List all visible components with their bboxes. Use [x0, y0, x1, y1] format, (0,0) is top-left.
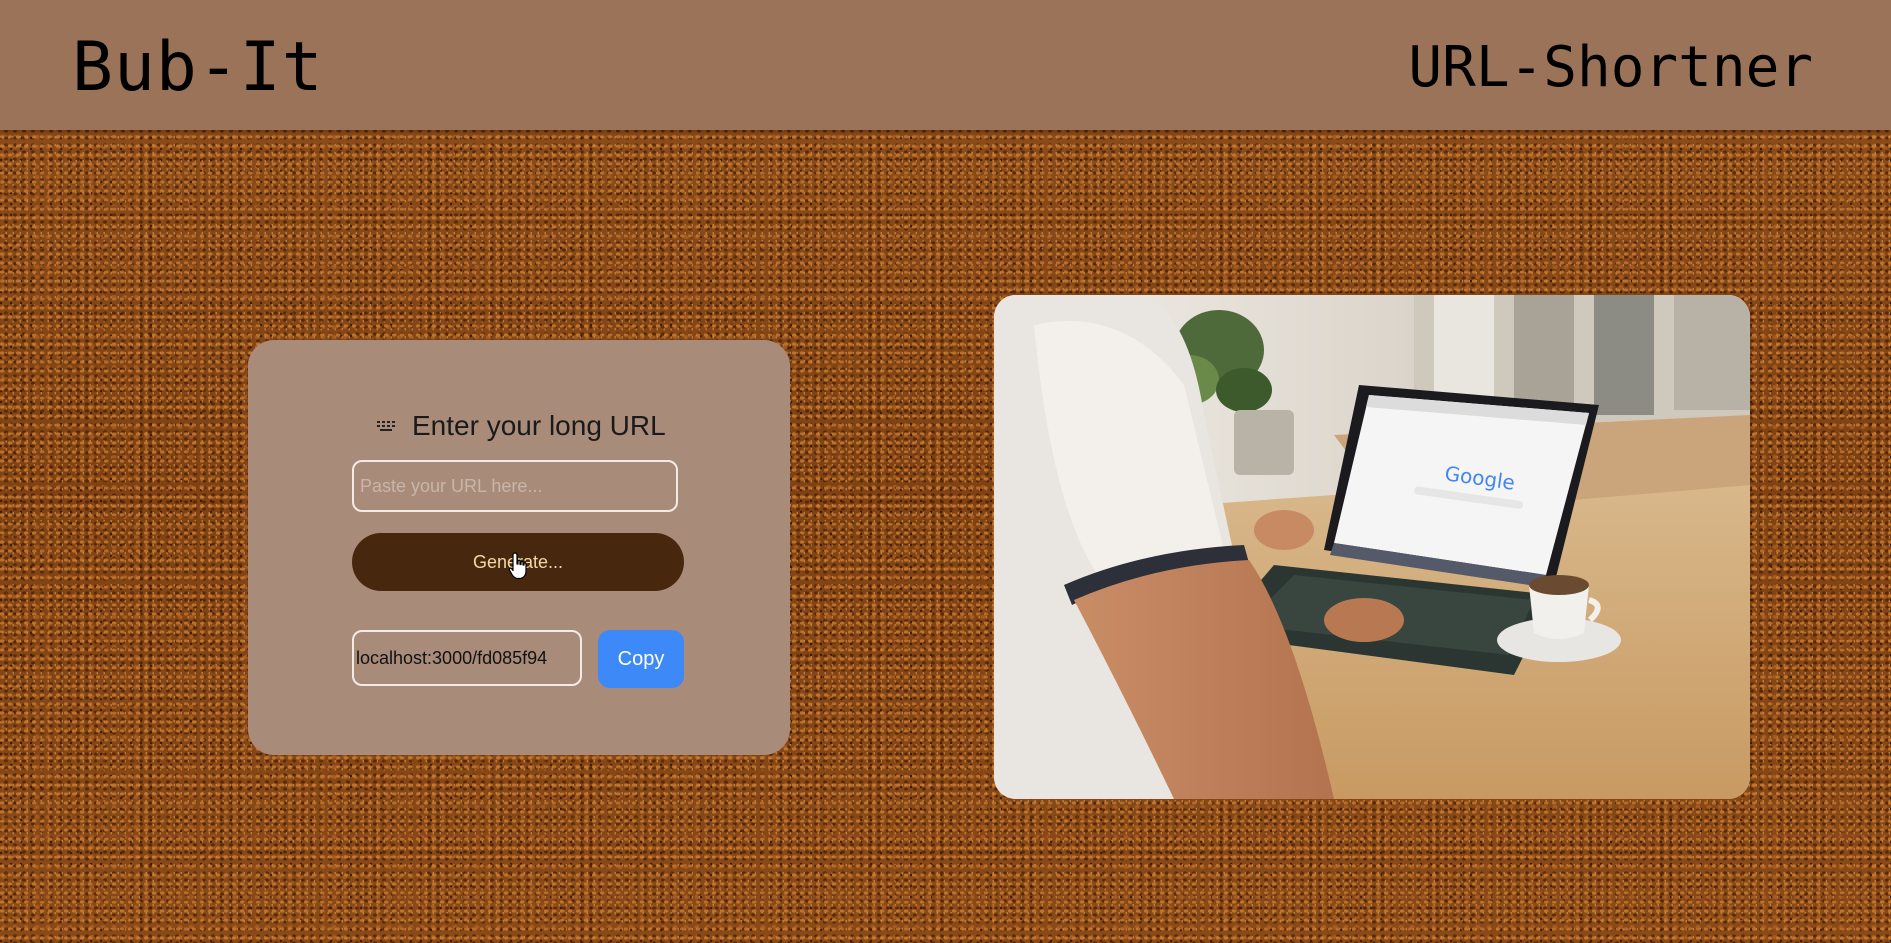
- long-url-input[interactable]: [352, 460, 678, 512]
- copy-button[interactable]: Copy: [598, 630, 684, 688]
- url-shortener-card: Enter your long URL Generate... localhos…: [248, 340, 790, 755]
- form-heading-text: Enter your long URL: [412, 410, 666, 441]
- keyboard-icon: [376, 419, 396, 433]
- hero-image: Google: [994, 295, 1750, 799]
- top-bar: Bub-It URL-Shortner: [0, 0, 1891, 130]
- form-heading: Enter your long URL: [376, 410, 666, 442]
- brand-logo[interactable]: Bub-It: [72, 28, 324, 108]
- short-url-field[interactable]: localhost:3000/fd085f94: [352, 630, 582, 686]
- hand-pointer-cursor-icon: [508, 552, 530, 580]
- app-tagline: URL-Shortner: [1408, 35, 1813, 100]
